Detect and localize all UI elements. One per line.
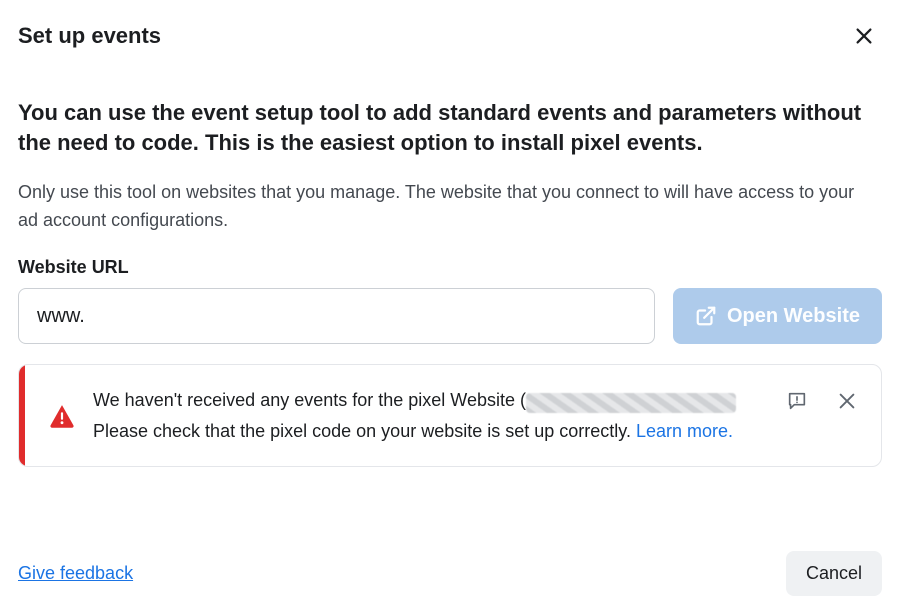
- open-website-button[interactable]: Open Website: [673, 288, 882, 344]
- dismiss-alert-button[interactable]: [833, 387, 861, 415]
- cancel-button[interactable]: Cancel: [786, 551, 882, 596]
- modal-title: Set up events: [18, 23, 161, 49]
- alert-text-post: Please check that the pixel code on your…: [93, 421, 636, 441]
- main-subtext: Only use this tool on websites that you …: [18, 179, 868, 235]
- external-link-icon: [695, 305, 717, 327]
- setup-events-modal: Set up events You can use the event setu…: [0, 0, 900, 610]
- redacted-pixel-id: [526, 393, 736, 413]
- alert-actions: [783, 387, 861, 415]
- close-icon: [853, 25, 875, 47]
- modal-header: Set up events: [18, 18, 882, 54]
- close-button[interactable]: [846, 18, 882, 54]
- website-url-input[interactable]: [18, 288, 655, 344]
- pixel-alert: We haven't received any events for the p…: [18, 364, 882, 467]
- chat-alert-icon: [786, 390, 808, 412]
- report-issue-button[interactable]: [783, 387, 811, 415]
- open-website-label: Open Website: [727, 305, 860, 328]
- url-field-label: Website URL: [18, 257, 882, 278]
- alert-message: We haven't received any events for the p…: [93, 385, 765, 446]
- main-heading: You can use the event setup tool to add …: [18, 98, 868, 157]
- learn-more-link[interactable]: Learn more.: [636, 421, 733, 441]
- close-icon: [836, 390, 858, 412]
- modal-footer: Give feedback Cancel: [18, 527, 882, 596]
- give-feedback-link[interactable]: Give feedback: [18, 563, 133, 584]
- alert-text-pre: We haven't received any events for the p…: [93, 390, 526, 410]
- url-row: Open Website: [18, 288, 882, 344]
- warning-icon: [49, 403, 75, 429]
